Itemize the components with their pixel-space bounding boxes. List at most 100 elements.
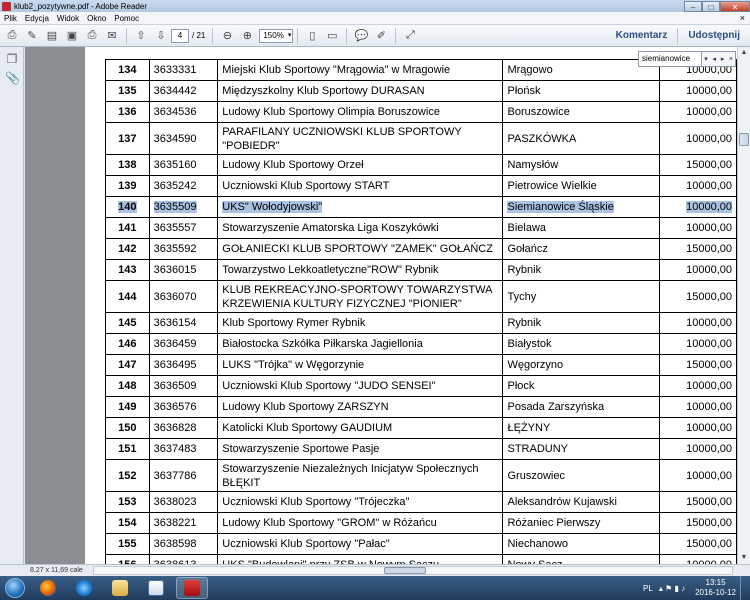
taskbar-adobe-reader[interactable]: [176, 577, 208, 599]
cell-city: Mrągowo: [507, 64, 553, 76]
cell-club-name: Ludowy Klub Sportowy Olimpia Boruszowice: [222, 106, 440, 118]
clock-date: 2016-10-12: [695, 588, 736, 597]
scroll-up-icon[interactable]: ▲: [738, 47, 750, 59]
cell-city: Różaniec Pierwszy: [507, 517, 601, 529]
attachments-paperclip-icon[interactable]: 📎: [5, 71, 20, 85]
table-row: 152 3637786 Stowarzyszenie Niezależnych In…: [105, 459, 737, 492]
cell-amount: 10000,00: [686, 222, 732, 234]
zoom-out-icon[interactable]: ⊖: [218, 27, 236, 45]
cell-row-number: 136: [118, 106, 137, 118]
find-options-chevron-icon[interactable]: ▾: [702, 55, 710, 63]
cell-row-number: 150: [118, 422, 137, 434]
cell-amount: 15000,00: [686, 496, 732, 508]
edit-icon[interactable]: ✎: [23, 27, 41, 45]
cell-city: Rybnik: [507, 264, 542, 276]
vertical-scrollbar[interactable]: ▲ ▼: [737, 47, 750, 564]
windows-taskbar: PL ▴ ⚑ ▮ ♪ 13:15 2016-10-12: [0, 576, 750, 600]
cell-row-number: 139: [118, 180, 137, 192]
cell-row-number: 153: [118, 496, 137, 508]
table-row: 143 3636015 Towarzystwo Lekkoatletyczne"RO…: [105, 259, 737, 281]
zoom-value: 150%: [263, 30, 284, 40]
menu-okno[interactable]: Okno: [83, 14, 110, 23]
status-bar: 8,27 x 11,69 cale: [0, 564, 750, 576]
email-icon[interactable]: ✉: [103, 27, 121, 45]
find-previous-icon[interactable]: ◂: [710, 55, 718, 63]
language-indicator[interactable]: PL: [643, 584, 653, 593]
fit-width-icon[interactable]: ▭: [323, 27, 341, 45]
print-icon[interactable]: ⎙: [83, 27, 101, 45]
menu-widok[interactable]: Widok: [53, 14, 83, 23]
fit-page-icon[interactable]: ▯: [303, 27, 321, 45]
table-row: 151 3637483 Stowarzyszenie Sportowe Pasje S…: [105, 438, 737, 460]
horizontal-scroll-thumb[interactable]: [384, 567, 426, 574]
cell-club-name: GOŁANIECKI KLUB SPORTOWY "ZAMEK" GOŁAŃCZ: [222, 243, 493, 255]
cell-club-name: Międzyszkolny Klub Sportowy DURASAN: [222, 85, 425, 97]
save-icon[interactable]: ▣: [63, 27, 81, 45]
table-row: 138 3635160 Ludowy Klub Sportowy Orzeł Namy…: [105, 154, 737, 176]
comment-bubble-icon[interactable]: 💬: [352, 27, 370, 45]
find-next-icon[interactable]: ▸: [718, 55, 726, 63]
find-input[interactable]: siemianowice: [639, 52, 702, 66]
previous-page-icon[interactable]: ⇧: [132, 27, 150, 45]
internet-explorer-icon: [76, 580, 92, 596]
taskbar-word[interactable]: [140, 577, 172, 599]
comment-panel-button[interactable]: Komentarz: [606, 30, 678, 41]
close-document-icon[interactable]: ×: [735, 13, 750, 23]
cell-row-number: 149: [118, 401, 137, 413]
tray-icons[interactable]: ▴ ⚑ ▮ ♪: [659, 584, 685, 593]
share-panel-button[interactable]: Udostępnij: [678, 30, 750, 41]
find-toolbar: siemianowice ▾ ◂ ▸ ×: [638, 51, 736, 67]
expand-icon[interactable]: ⤢: [401, 27, 419, 45]
minimize-button[interactable]: –: [684, 0, 702, 12]
zoom-in-icon[interactable]: ⊕: [238, 27, 256, 45]
pages-thumbnail-icon[interactable]: ❐: [5, 52, 19, 66]
windows-orb-icon: [5, 578, 25, 598]
table-row: 146 3636459 Białostocka Szkółka Piłkarska …: [105, 333, 737, 355]
cell-city: Płońsk: [507, 85, 541, 97]
show-desktop-button[interactable]: [740, 576, 750, 600]
scroll-down-icon[interactable]: ▼: [738, 552, 750, 564]
zoom-select[interactable]: 150% ▾: [259, 28, 294, 43]
clock[interactable]: 13:15 2016-10-12: [695, 578, 736, 598]
cell-club-name: Uczniowski Klub Sportowy "Pałac": [222, 538, 390, 550]
cell-record-id: 3636459: [153, 338, 197, 350]
cell-amount: 10000,00: [686, 201, 732, 213]
cell-club-name: Towarzystwo Lekkoatletyczne"ROW" Rybnik: [222, 264, 439, 276]
taskbar-firefox[interactable]: [32, 577, 64, 599]
document-view[interactable]: 134 3633331 Miejski Klub Sportowy "Mrągowi…: [25, 47, 737, 564]
menu-edycja[interactable]: Edycja: [21, 14, 53, 23]
menu-plik[interactable]: Plik: [0, 14, 21, 23]
table-row: 153 3638023 Uczniowski Klub Sportowy "Trój…: [105, 491, 737, 513]
cell-city: Pietrowice Wielkie: [507, 180, 597, 192]
taskbar-internet-explorer[interactable]: [68, 577, 100, 599]
create-pdf-icon[interactable]: ⎙: [3, 27, 21, 45]
find-close-icon[interactable]: ×: [727, 56, 735, 63]
highlight-icon[interactable]: ✐: [372, 27, 390, 45]
cell-row-number: 152: [118, 469, 137, 482]
menu-pomoc[interactable]: Pomoc: [110, 14, 143, 23]
close-button[interactable]: ✕: [720, 0, 750, 12]
scroll-thumb[interactable]: [739, 133, 749, 146]
cell-row-number: 145: [118, 317, 137, 329]
open-icon[interactable]: ▤: [43, 27, 61, 45]
cell-club-name: Miejski Klub Sportowy "Mrągowia" w Mrago…: [222, 64, 451, 76]
cell-record-id: 3635242: [153, 180, 197, 192]
title-bar: klub2_pozytywne.pdf - Adobe Reader – □ ✕: [0, 0, 750, 12]
next-page-icon[interactable]: ⇩: [152, 27, 170, 45]
cell-club-name: Uczniowski Klub Sportowy "JUDO SENSEI": [222, 380, 436, 392]
table-row: 141 3635557 Stowarzyszenie Amatorska Liga …: [105, 217, 737, 239]
cell-row-number: 143: [118, 264, 137, 276]
page-number-input[interactable]: 4: [171, 28, 189, 43]
explorer-folder-icon: [112, 580, 128, 596]
cell-row-number: 154: [118, 517, 137, 529]
word-document-icon: [148, 580, 164, 596]
maximize-button[interactable]: □: [702, 0, 720, 12]
cell-amount: 10000,00: [686, 85, 732, 97]
cell-row-number: 155: [118, 538, 137, 550]
cell-club-name: Ludowy Klub Sportowy Orzeł: [222, 159, 364, 171]
table-row: 149 3636576 Ludowy Klub Sportowy ZARSZYN Po…: [105, 396, 737, 418]
cell-record-id: 3635557: [153, 222, 197, 234]
taskbar-explorer[interactable]: [104, 577, 136, 599]
horizontal-scrollbar[interactable]: [93, 566, 733, 575]
start-button[interactable]: [0, 576, 30, 600]
